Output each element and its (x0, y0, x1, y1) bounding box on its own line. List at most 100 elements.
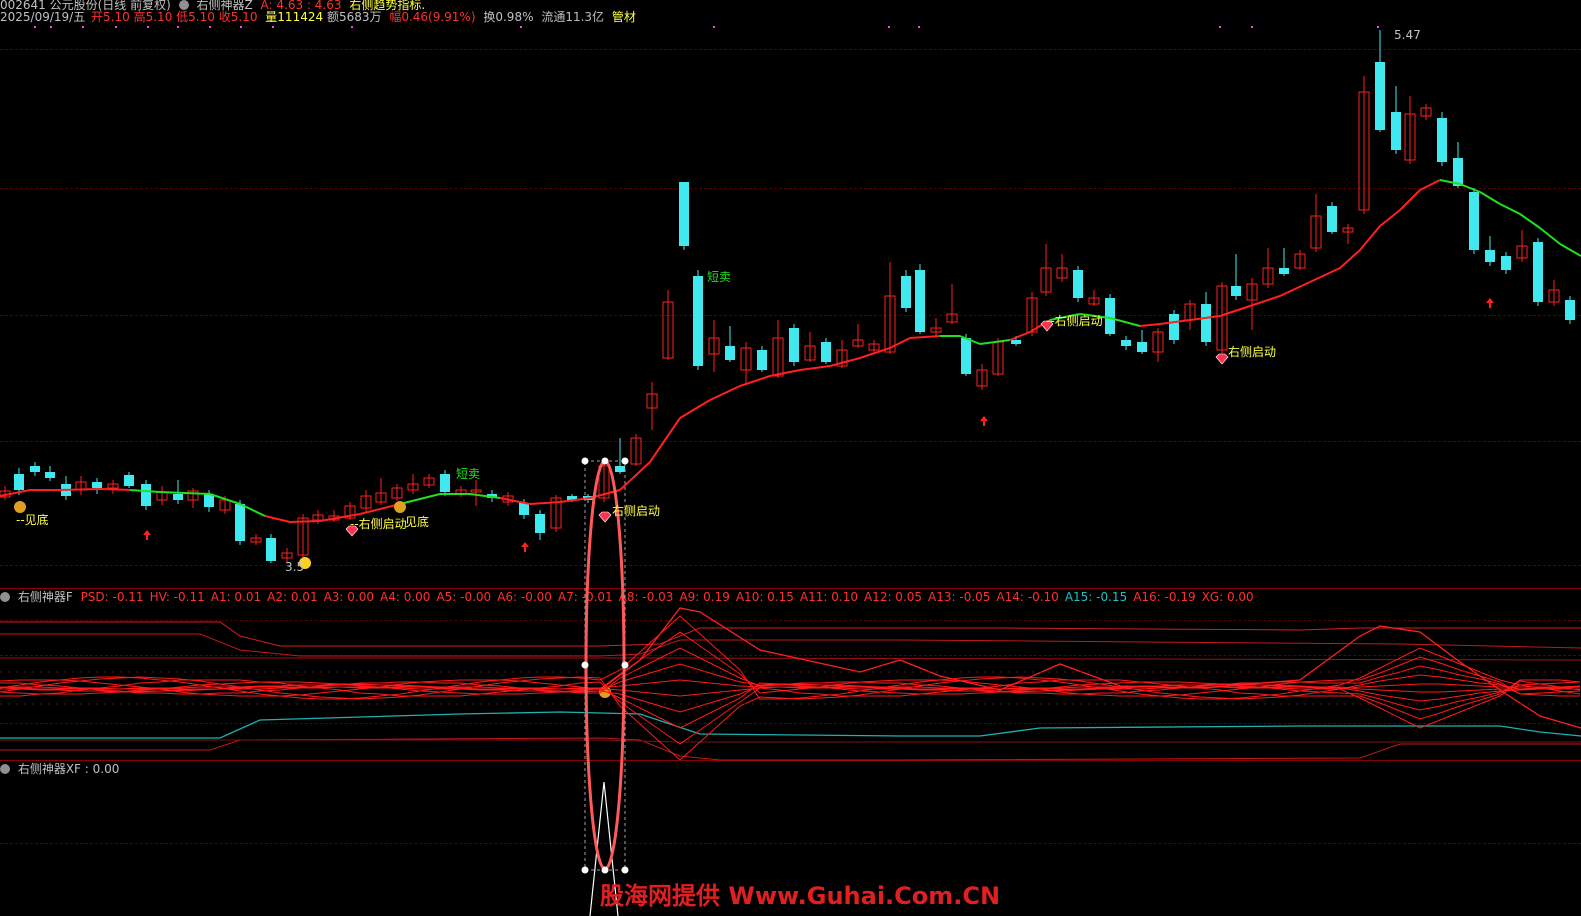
ma-line-segment (1339, 249, 1361, 269)
candle-body-down (1469, 192, 1479, 250)
top-marker-dot (34, 26, 36, 28)
candle-body-down (1279, 268, 1289, 274)
up-arrow-icon (1486, 298, 1494, 308)
candle-body-down (1453, 158, 1463, 186)
top-marker-dot (209, 26, 211, 28)
oscillator-line (0, 657, 1581, 661)
up-arrow-icon (980, 416, 988, 426)
top-marker-dot (82, 26, 84, 28)
candle-body-down (45, 472, 55, 478)
candle-body-down (915, 270, 925, 332)
candle-body-down (1437, 118, 1447, 162)
candle-body-down (141, 484, 151, 506)
annotation-right-start: --右侧启动 (350, 517, 407, 531)
annotation-short-sell: 短卖 (707, 270, 732, 284)
ma-line-segment (739, 375, 771, 387)
watermark: 股海网提供 Www.Guhai.Com.CN (600, 882, 1001, 910)
ma-line-segment (979, 339, 1011, 345)
candle-body-down (535, 514, 545, 533)
ma-line-segment (59, 488, 101, 491)
candle-body-down (519, 503, 529, 515)
annotation-bottom-signal: 见底 (405, 515, 430, 529)
candle-body-down (92, 482, 102, 488)
ma-line-segment (399, 493, 441, 505)
ma-line-segment (1009, 331, 1031, 341)
ma-line-segment (1309, 267, 1341, 283)
top-marker-dot (147, 26, 149, 28)
oscillator-line (0, 633, 1581, 657)
candle-body-down (725, 346, 735, 360)
selection-handle (581, 866, 589, 874)
candle-body-down (14, 474, 24, 490)
top-marker-dot (240, 26, 242, 28)
candle-body-down (961, 338, 971, 374)
candle-body-down (1201, 304, 1211, 342)
up-arrow-icon (521, 542, 529, 552)
ma-line-segment (1279, 281, 1311, 297)
ma-line-segment (1379, 209, 1401, 227)
top-marker-dot (888, 26, 890, 28)
candle-body-down (1231, 286, 1241, 296)
candle-body-down (1169, 314, 1179, 340)
ma-line-segment (679, 399, 711, 419)
top-marker-dot (1377, 26, 1379, 28)
ma-line-segment (129, 489, 161, 493)
selection-handle (581, 661, 589, 669)
selection-handle (601, 866, 609, 874)
ma-line-segment (1519, 213, 1541, 229)
money-bag-icon (394, 501, 406, 513)
selection-handle (601, 457, 609, 465)
stock-chart-window: 002641 公元股份(日线 前复权) 右侧神器Z A: 4.63 : 4.63… (0, 0, 1581, 916)
annotation-right-start: 右侧启动 (1228, 345, 1277, 359)
low-price-label: 3.5 (285, 560, 305, 574)
top-marker-dot (115, 26, 117, 28)
top-marker-dot (50, 26, 52, 28)
top-marker-dot (520, 26, 522, 28)
annotation-short-sell: 短卖 (456, 467, 481, 481)
annotation-right-start: 右侧启动 (612, 504, 661, 518)
ma-line-segment (799, 365, 831, 371)
candle-body-down (1375, 62, 1385, 130)
candle-body-down (1011, 340, 1021, 344)
ma-line-segment (1459, 183, 1481, 193)
candle-body-down (1327, 206, 1337, 232)
gem-icon (598, 511, 612, 523)
candle-body-down (1137, 342, 1147, 352)
ma-line-segment (289, 520, 321, 523)
oscillator-line (599, 607, 1581, 729)
candle-body-down (204, 494, 214, 507)
candle-body-down (1391, 112, 1401, 150)
candlestick-chart[interactable] (0, 0, 1581, 916)
candle-body-down (1073, 270, 1083, 298)
selection-handle (621, 661, 629, 669)
ma-line-segment (1359, 225, 1381, 251)
ma-line-segment (1399, 189, 1421, 211)
candle-body-down (1565, 300, 1575, 320)
top-marker-dot (713, 26, 715, 28)
top-marker-dot (1251, 26, 1253, 28)
candle-body-down (173, 494, 183, 500)
candle-body-down (124, 475, 134, 486)
candle-body-down (1501, 256, 1511, 270)
ma-line-segment (829, 357, 861, 367)
candle-body-down (679, 182, 689, 246)
candle-body-down (235, 504, 245, 541)
annotation-right-start: --右侧启动 (1046, 314, 1103, 328)
candle-body-down (1121, 340, 1131, 346)
ma-line-segment (649, 417, 681, 463)
selection-handle (581, 457, 589, 465)
candle-body-down (693, 276, 703, 366)
ma-line-segment (264, 515, 291, 523)
top-marker-dot (918, 26, 920, 28)
ma-line-segment (1499, 203, 1521, 215)
ma-line-segment (1419, 179, 1441, 191)
ma-line-segment (1539, 227, 1561, 245)
candle-body-down (1485, 250, 1495, 262)
candle-body-down (757, 350, 767, 370)
top-marker-dot (272, 26, 274, 28)
annotation-bottom-signal: --见底 (16, 513, 49, 527)
ma-line-segment (769, 369, 801, 377)
candle-body-down (789, 328, 799, 362)
ma-line-segment (1559, 243, 1581, 257)
ma-line-segment (1139, 323, 1161, 327)
